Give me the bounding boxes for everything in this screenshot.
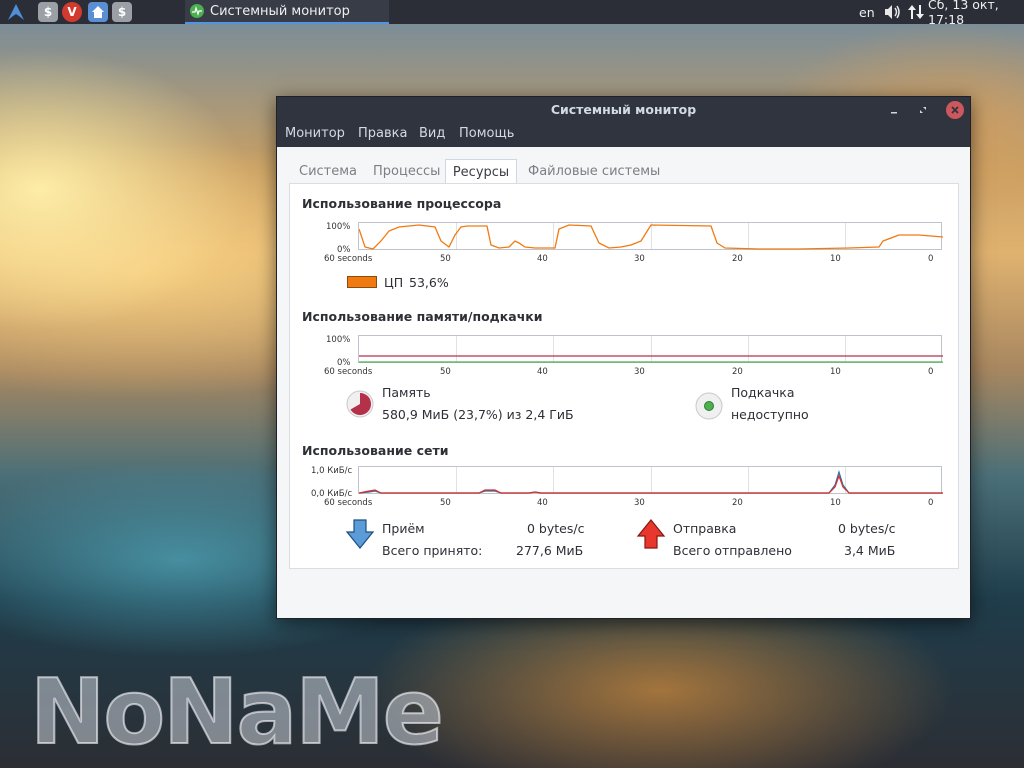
- memory-x-label: 20: [732, 367, 743, 377]
- resources-panel: Использование процессора 100% 0% 60 seco…: [289, 183, 959, 569]
- memory-pie-icon[interactable]: [345, 389, 375, 419]
- terminal-launcher-icon[interactable]: $: [38, 2, 58, 22]
- memory-x-label: 30: [634, 367, 645, 377]
- maximize-icon[interactable]: [914, 101, 932, 119]
- tab-resources[interactable]: Ресурсы: [445, 159, 517, 184]
- swap-label: Подкачка: [731, 385, 795, 400]
- taskbar-item-label: Системный монитор: [210, 3, 350, 19]
- network-x-label: 50: [440, 498, 451, 508]
- menu-monitor[interactable]: Монитор: [285, 126, 345, 141]
- network-receive-line: [359, 469, 943, 494]
- network-y-label-max: 1,0 КиБ/с: [311, 466, 353, 476]
- system-monitor-window: Системный монитор Монитор Правка Вид Пом…: [276, 96, 971, 619]
- receive-total-label: Всего принято:: [382, 543, 483, 558]
- network-send-line: [359, 474, 943, 494]
- memory-graph: [358, 335, 943, 363]
- close-icon[interactable]: [946, 101, 964, 119]
- launcher-label: V: [67, 5, 77, 19]
- send-total: 3,4 МиБ: [844, 543, 896, 558]
- cpu-legend-name: ЦП: [384, 275, 404, 290]
- root-terminal-launcher-icon[interactable]: $: [112, 2, 132, 22]
- network-x-label: 0: [928, 498, 934, 508]
- receive-label: Приём: [382, 521, 425, 536]
- receive-rate: 0 bytes/с: [527, 521, 585, 536]
- cpu-x-label: 60 seconds: [324, 254, 373, 264]
- menu-bar: Монитор Правка Вид Помощь: [277, 123, 970, 147]
- system-monitor-icon: [190, 4, 204, 18]
- clock[interactable]: Сб, 13 окт, 17:18: [928, 0, 1024, 27]
- cpu-y-label-max: 100%: [326, 222, 351, 232]
- top-panel: $ V $ Системный монитор en Сб, 13 окт, 1…: [0, 0, 1024, 27]
- memory-x-label: 0: [928, 367, 934, 377]
- network-graph: [358, 466, 943, 494]
- swap-value: недоступно: [731, 407, 809, 422]
- network-x-label: 10: [830, 498, 841, 508]
- receive-total: 277,6 МиБ: [516, 543, 584, 558]
- send-rate: 0 bytes/с: [838, 521, 896, 536]
- memory-y-label-max: 100%: [326, 335, 351, 345]
- cpu-x-label: 50: [440, 254, 451, 264]
- minimize-icon[interactable]: [885, 101, 903, 119]
- menu-help[interactable]: Помощь: [459, 126, 514, 141]
- memory-x-label: 40: [537, 367, 548, 377]
- taskbar-item-system-monitor[interactable]: Системный монитор: [185, 0, 389, 24]
- memory-value: 580,9 МиБ (23,7%) из 2,4 ГиБ: [382, 407, 574, 422]
- cpu-x-label: 20: [732, 254, 743, 264]
- cpu-color-swatch[interactable]: [347, 276, 377, 288]
- tab-filesystems[interactable]: Файловые системы: [528, 159, 660, 184]
- home-folder-icon[interactable]: [88, 2, 108, 22]
- menu-edit[interactable]: Правка: [358, 126, 407, 141]
- memory-x-label: 60 seconds: [324, 367, 373, 377]
- cpu-x-label: 0: [928, 254, 934, 264]
- cpu-x-label: 40: [537, 254, 548, 264]
- cpu-graph: [358, 222, 943, 250]
- network-arrows-icon[interactable]: [907, 0, 925, 24]
- cpu-x-label: 10: [830, 254, 841, 264]
- network-x-label: 60 seconds: [324, 498, 373, 508]
- window-titlebar[interactable]: Системный монитор: [277, 97, 970, 123]
- cpu-heading: Использование процессора: [302, 196, 502, 211]
- memory-x-label: 50: [440, 367, 451, 377]
- swap-pie-icon[interactable]: [694, 391, 724, 421]
- cpu-legend-value: 53,6%: [409, 275, 449, 290]
- memory-heading: Использование памяти/подкачки: [302, 309, 543, 324]
- menu-view[interactable]: Вид: [419, 126, 445, 141]
- receive-arrow-icon[interactable]: [345, 518, 375, 550]
- send-total-label: Всего отправлено: [673, 543, 792, 558]
- send-arrow-icon[interactable]: [636, 518, 666, 550]
- network-x-label: 30: [634, 498, 645, 508]
- memory-x-label: 10: [830, 367, 841, 377]
- network-x-label: 20: [732, 498, 743, 508]
- network-x-label: 40: [537, 498, 548, 508]
- network-heading: Использование сети: [302, 443, 449, 458]
- vivaldi-launcher-icon[interactable]: V: [62, 2, 82, 22]
- launcher-label: $: [117, 5, 127, 19]
- memory-label: Память: [382, 385, 431, 400]
- keyboard-layout-indicator[interactable]: en: [859, 0, 875, 24]
- tab-processes[interactable]: Процессы: [373, 159, 440, 184]
- window-title: Системный монитор: [550, 102, 697, 117]
- send-label: Отправка: [673, 521, 737, 536]
- cpu-usage-line: [359, 224, 943, 250]
- launcher-label: $: [43, 5, 53, 19]
- volume-icon[interactable]: [884, 0, 902, 24]
- arch-menu-icon[interactable]: [6, 2, 26, 22]
- desktop-watermark: NoNaMe: [29, 659, 445, 766]
- cpu-x-label: 30: [634, 254, 645, 264]
- tab-system[interactable]: Система: [299, 159, 357, 184]
